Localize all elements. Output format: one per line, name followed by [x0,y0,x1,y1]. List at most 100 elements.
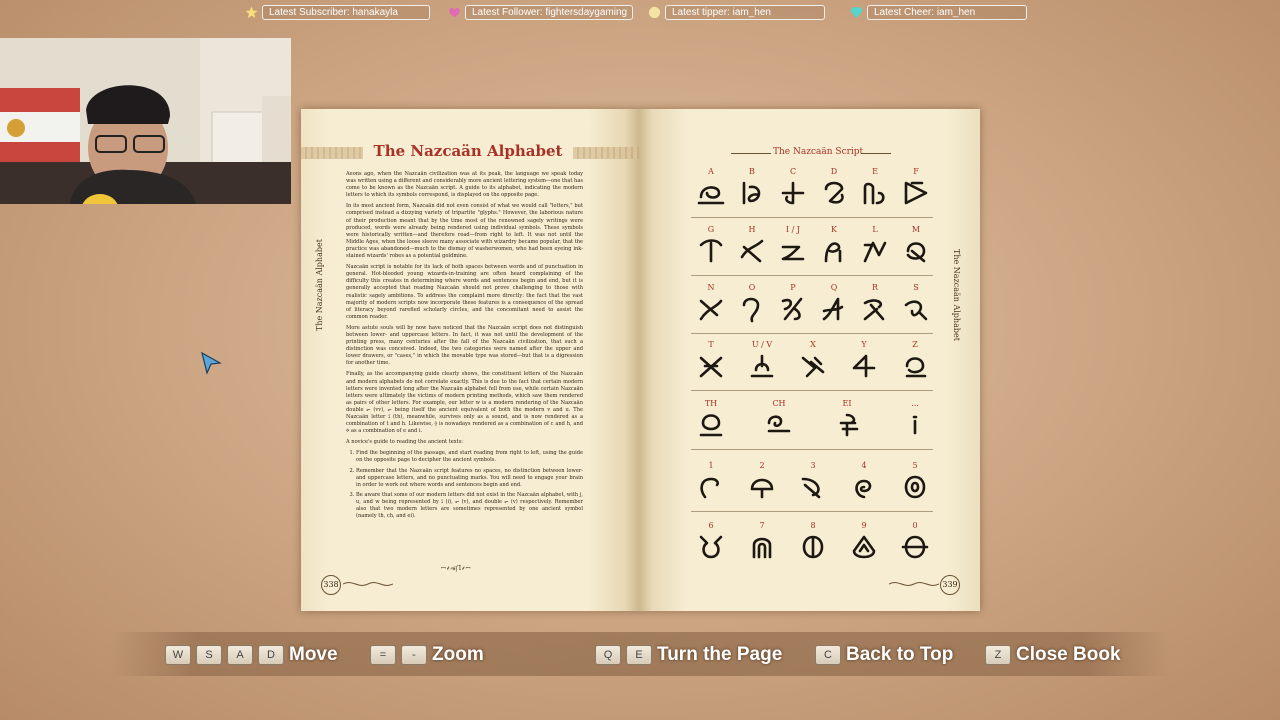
glyph-cell: B [732,167,772,207]
page-number-left: 338 [321,575,341,595]
nazcaan-glyph-icon [802,535,824,559]
nazcaan-glyph-icon [742,297,760,323]
nazcaan-glyph-icon [750,478,774,499]
key-zoom-out[interactable]: - [401,645,427,665]
glyph-cell: 2 [742,461,782,501]
glyph-letter-label: G [707,225,715,234]
glyph-letter-label: K [831,225,837,234]
glyph-cell: 0 [895,521,935,561]
key-s[interactable]: S [196,645,222,665]
glyph-letter-label: X [810,340,816,349]
glyph-letter-label: CH [772,399,786,408]
glyph-letter-label: 7 [759,521,765,530]
glyph-letter-label: 2 [759,461,765,470]
control-zoom-label: Zoom [432,644,484,665]
key-q[interactable]: Q [595,645,621,665]
key-e[interactable]: E [626,645,652,665]
webcam-overlay [0,38,291,204]
paragraph: Aeons ago, when the Nazcaän civilization… [346,171,583,199]
heart-icon [449,8,460,18]
nazcaan-glyph-icon [906,242,926,263]
nazcaan-glyph-icon [740,239,764,263]
glyph-letter-label: Y [861,340,867,349]
row-divider [691,390,933,391]
row-divider [691,217,933,218]
glyph-cell: 6 [691,521,731,561]
paragraph: In its most ancient form, Nazcaän did no… [346,203,583,260]
glyph-cell: P [773,283,813,323]
glyph-letter-label: M [911,225,921,234]
row-divider [691,449,933,450]
left-running-header: The Nazcaän Alphabet [315,239,324,331]
glyph-letter-label: 8 [810,521,816,530]
nazcaan-glyph-icon [824,242,842,263]
row-divider [691,333,933,334]
glyph-letter-label: 9 [861,521,867,530]
nazcaan-glyph-icon [912,415,918,435]
nazcaan-sample-glyphs: ꟷ⸙⸗ꞩꞁꞀ⸙ꟷ [441,565,471,572]
page-title: The Nazcaän Alphabet [373,142,563,160]
glyph-cell: T [691,340,731,380]
glyph-cell: ... [895,399,935,439]
glyph-cell: X [793,340,833,380]
paragraph: Nazcaän script is notable for its lack o… [346,264,583,320]
key-d[interactable]: D [258,645,284,665]
nazcaan-glyph-icon [752,537,772,559]
pointer-cursor-icon [201,351,222,375]
nazcaan-glyph-icon [824,181,844,204]
latest-follower-text: Latest Follower: fightersdaygaming [465,5,633,20]
control-turn-page-label: Turn the Page [657,644,783,665]
nazcaan-glyph-icon [904,475,926,499]
page-number-right: 339 [940,575,960,595]
control-turn-page: Q E Turn the Page [595,644,783,665]
reading-step: Find the beginning of the passage, and s… [356,450,583,464]
glyph-letter-label: 6 [708,521,714,530]
coin-icon [648,6,661,19]
glyph-letter-label: 0 [912,521,918,530]
glyph-cell: F [896,167,936,207]
reading-steps: Find the beginning of the passage, and s… [346,450,583,520]
paragraph: More astute souls will by now have notic… [346,324,583,367]
title-ornament-left [301,147,363,159]
glyph-letter-label: P [790,283,796,292]
latest-follower: Latest Follower: fightersdaygaming [448,5,633,20]
glyph-cell: L [855,225,895,265]
glyph-cell: TH [691,399,731,439]
control-close-book-label: Close Book [1016,644,1121,665]
nazcaan-glyph-icon [750,354,774,378]
nazcaan-glyph-icon [863,182,885,205]
glyph-letter-label: S [913,283,919,292]
nazcaan-glyph-icon [855,479,872,499]
glyph-letter-label: H [748,225,756,234]
glyph-cell: S [896,283,936,323]
key-w[interactable]: W [165,645,191,665]
glyph-cell: 9 [844,521,884,561]
glyph-cell: 4 [844,461,884,501]
row-divider [691,275,933,276]
glyph-cell: K [814,225,854,265]
key-c[interactable]: C [815,645,841,665]
nazcaan-glyph-icon [699,239,723,263]
key-a[interactable]: A [227,645,253,665]
nazcaan-glyph-icon [905,357,927,378]
nazcaan-glyph-icon [863,299,885,321]
glyph-cell: Q [814,283,854,323]
glyph-cell: O [732,283,772,323]
nazcaan-glyph-icon [839,413,859,437]
title-rule-left [731,153,771,154]
nazcaan-glyph-icon [852,354,876,378]
gem-icon [850,7,863,19]
webcam-feed-image [0,38,291,204]
glyph-cell: U / V [742,340,782,380]
nazcaan-glyph-icon [801,356,825,378]
key-zoom-in[interactable]: = [370,645,396,665]
latest-tipper: Latest tipper: iam_hen [648,5,825,20]
nazcaan-glyph-icon [697,186,725,205]
key-z[interactable]: Z [985,645,1011,665]
glyph-letter-label: E [872,167,878,176]
control-move-label: Move [289,644,338,665]
glyph-letter-label: 5 [912,461,918,470]
glyph-letter-label: R [871,283,879,292]
glyph-cell: C [773,167,813,207]
glyph-cell: 8 [793,521,833,561]
